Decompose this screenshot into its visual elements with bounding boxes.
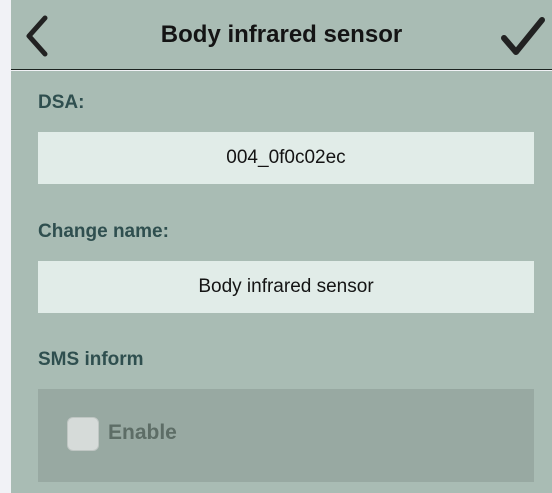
back-button[interactable] bbox=[19, 14, 59, 58]
change-name-input[interactable] bbox=[38, 261, 534, 313]
sms-enable-checkbox[interactable] bbox=[67, 417, 99, 451]
change-name-label: Change name: bbox=[38, 221, 169, 242]
settings-form: DSA: 004_0f0c02ec Change name: SMS infor… bbox=[11, 71, 552, 493]
dsa-value-field: 004_0f0c02ec bbox=[38, 132, 534, 184]
sms-inform-panel: Enable bbox=[38, 389, 534, 482]
chevron-left-icon bbox=[26, 15, 48, 57]
sms-inform-label: SMS inform bbox=[38, 349, 144, 370]
checkmark-icon bbox=[501, 17, 545, 55]
sms-enable-label: Enable bbox=[108, 421, 177, 444]
confirm-button[interactable] bbox=[500, 14, 546, 58]
page-title: Body infrared sensor bbox=[160, 21, 403, 48]
sensor-settings-screen: Body infrared sensor DSA: 004_0f0c02ec C… bbox=[0, 0, 552, 493]
top-bar: Body infrared sensor bbox=[11, 0, 552, 70]
dsa-label: DSA: bbox=[38, 92, 85, 113]
